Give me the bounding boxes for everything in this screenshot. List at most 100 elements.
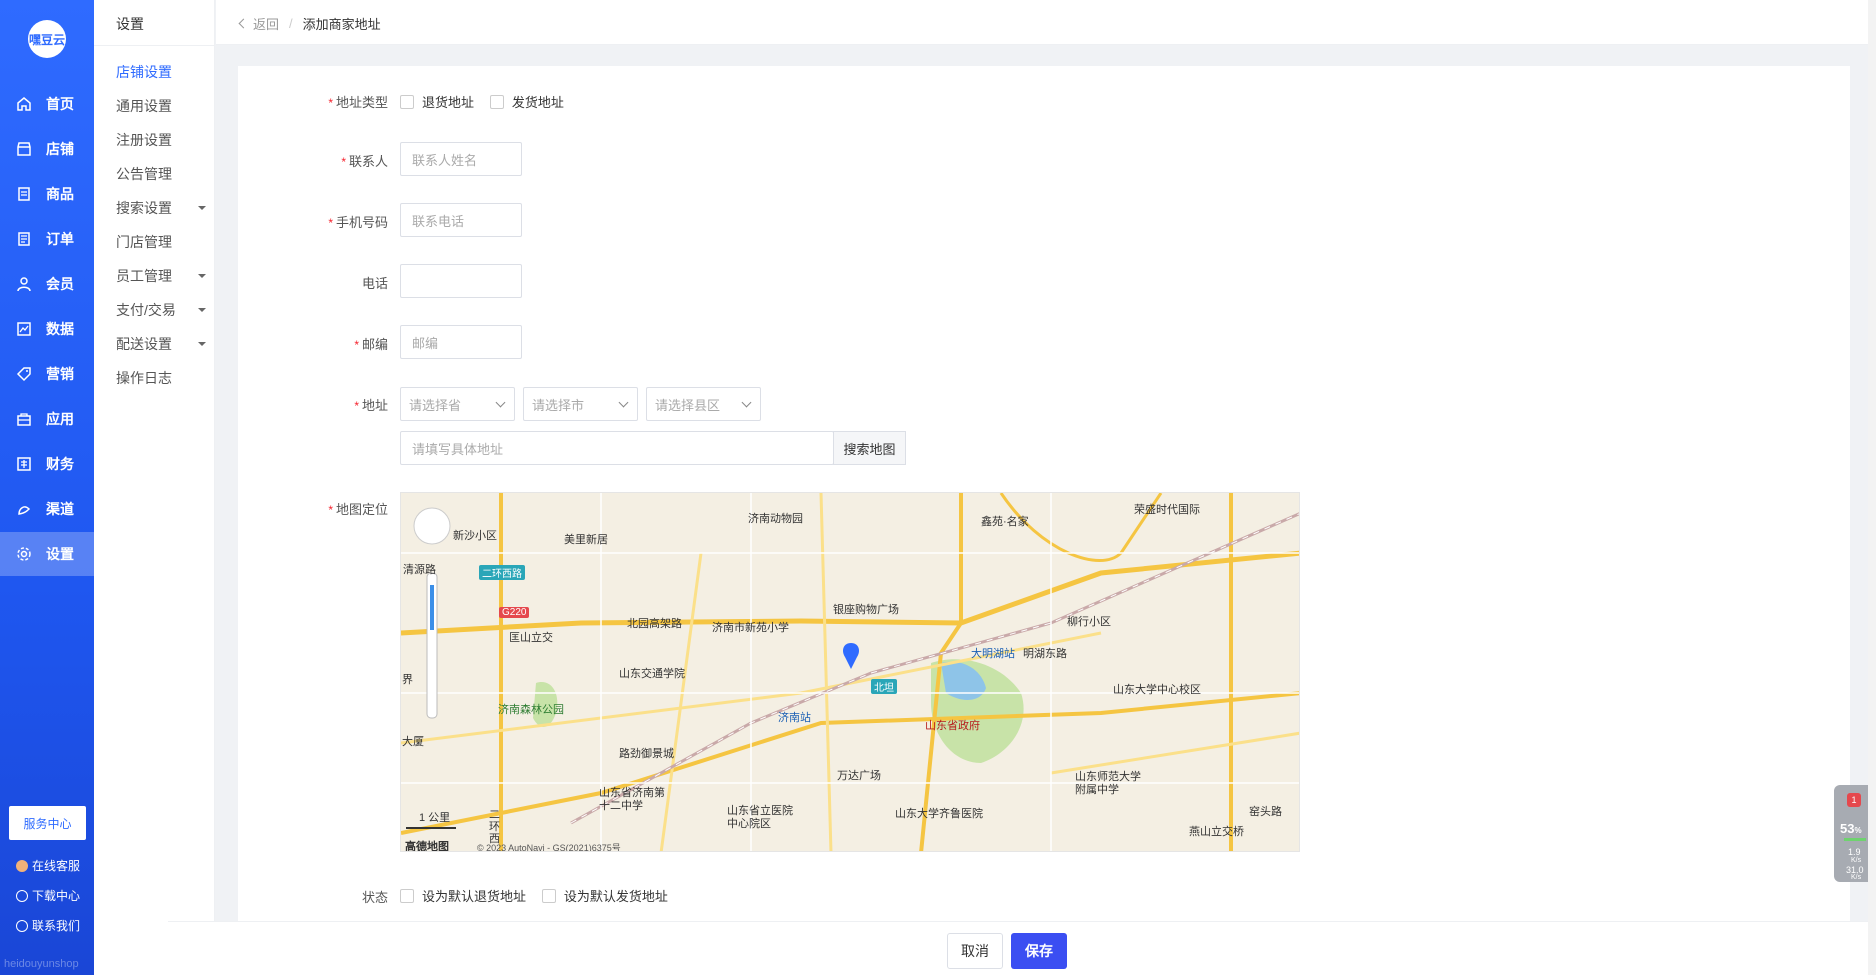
nav-item-home[interactable]: 首页 [0, 82, 94, 126]
subnav-item-general[interactable]: 通用设置 [116, 96, 206, 116]
home-icon [17, 97, 31, 111]
nav-item-goods[interactable]: 商品 [0, 172, 94, 216]
support-avatar-icon [16, 859, 28, 872]
address-type-label: * 地址类型 [238, 92, 388, 111]
subnav-item-oplog[interactable]: 操作日志 [116, 368, 206, 388]
online-support-link[interactable]: 在线客服 [16, 857, 80, 874]
bag-icon [17, 413, 31, 426]
channel-icon [18, 506, 31, 515]
breadcrumb-current: 添加商家地址 [302, 17, 381, 32]
district-placeholder: 请选择县区 [655, 397, 721, 413]
settings-subnav: 设置 店铺设置 通用设置 注册设置 公告管理 搜索设置 门店管理 员工管理 支付… [94, 0, 215, 975]
map-provider-logo: 高德地图 [405, 841, 449, 852]
mobile-text: 手机号码 [335, 215, 388, 230]
phone-input[interactable] [400, 264, 522, 298]
nav-item-label: 设置 [46, 546, 74, 562]
main-nav: 嘿豆云 首页 店铺 商品 订单 会员 数据 营销 应用 财务 渠道 设置 服务中… [0, 0, 94, 975]
watermark: heidouyunshop [4, 958, 79, 970]
goods-icon [18, 187, 30, 201]
nav-item-store[interactable]: 店铺 [0, 127, 94, 171]
poi-label: 山东大学中心校区 [1113, 684, 1201, 696]
gear-icon [17, 547, 31, 561]
search-map-button[interactable]: 搜索地图 [833, 431, 906, 465]
back-link[interactable]: 返回 [238, 14, 279, 33]
return-address-checkbox[interactable] [400, 94, 414, 109]
map-view[interactable]: 济南动物园 新沙小区 美里新居 鑫苑·名家 荣盛时代国际 二环西路 银座购物广场… [400, 492, 1300, 852]
poi-label: 山东省政府 [925, 720, 980, 732]
mobile-label: * 手机号码 [238, 212, 388, 231]
online-support-label: 在线客服 [32, 859, 81, 873]
subnav-item-payment[interactable]: 支付/交易 [116, 300, 206, 320]
detail-address-placeholder: 请填写具体地址 [412, 441, 504, 457]
subnav-item-label: 搜索设置 [116, 200, 172, 216]
subnav-item-stores[interactable]: 门店管理 [116, 232, 206, 252]
district-select[interactable]: 请选择县区 [646, 387, 761, 421]
default-ship-label: 设为默认发货地址 [563, 889, 668, 904]
top-bar: 返回 / 添加商家地址 [216, 0, 1876, 45]
subnav-item-label: 员工管理 [116, 268, 172, 284]
province-placeholder: 请选择省 [409, 397, 462, 413]
brand-logo[interactable]: 嘿豆云 [28, 20, 66, 58]
nav-item-data[interactable]: 数据 [0, 307, 94, 351]
contact-placeholder: 联系人姓名 [412, 152, 478, 168]
contact-text: 联系人 [348, 154, 388, 169]
service-center-button[interactable]: 服务中心 [9, 806, 86, 840]
download-center-link[interactable]: 下载中心 [16, 887, 80, 904]
city-placeholder: 请选择市 [532, 397, 585, 413]
mobile-placeholder: 联系电话 [412, 213, 465, 229]
zip-input[interactable]: 邮编 [400, 325, 522, 359]
save-button[interactable]: 保存 [1011, 933, 1067, 969]
province-select[interactable]: 请选择省 [400, 387, 515, 421]
subnav-item-register[interactable]: 注册设置 [116, 130, 206, 150]
required-mark: * [354, 338, 359, 352]
subnav-item-notice[interactable]: 公告管理 [116, 164, 206, 184]
mobile-input[interactable]: 联系电话 [400, 203, 522, 237]
cancel-button[interactable]: 取消 [947, 933, 1003, 969]
user-icon [17, 277, 31, 292]
chevron-down-icon [495, 397, 506, 407]
map-scale-label: 1 公里 [419, 812, 451, 824]
detail-address-input[interactable]: 请填写具体地址 [400, 431, 834, 465]
nav-item-apps[interactable]: 应用 [0, 397, 94, 441]
return-address-label: 退货地址 [422, 95, 475, 110]
map-location-label: * 地图定位 [238, 499, 388, 518]
cpu-value: 53 [1840, 821, 1855, 836]
download-center-label: 下载中心 [32, 889, 81, 903]
store-icon [17, 142, 31, 156]
subnav-item-search[interactable]: 搜索设置 [116, 198, 206, 218]
nav-item-channel[interactable]: 渠道 [0, 487, 94, 531]
status-text: 状态 [361, 890, 388, 905]
nav-item-order[interactable]: 订单 [0, 217, 94, 261]
road [819, 493, 833, 851]
chevron-down-icon [618, 397, 629, 407]
poi-label: 山东省立医院中心院区 [727, 805, 793, 830]
breadcrumb: 返回 / 添加商家地址 [238, 14, 381, 33]
poi-label: 燕山立交桥 [1189, 826, 1244, 838]
poi-label: 新沙小区 [453, 530, 497, 542]
nav-item-finance[interactable]: 财务 [0, 442, 94, 486]
poi-label: 济南站 [778, 712, 811, 724]
subnav-item-label: 门店管理 [116, 234, 172, 250]
subnav-item-staff[interactable]: 员工管理 [116, 266, 206, 286]
subnav-item-delivery[interactable]: 配送设置 [116, 334, 206, 354]
zoom-level-fill [430, 585, 434, 630]
contact-input[interactable]: 联系人姓名 [400, 142, 522, 176]
nav-item-settings[interactable]: 设置 [0, 532, 94, 576]
required-mark: * [328, 503, 333, 517]
city-select[interactable]: 请选择市 [523, 387, 638, 421]
nav-item-marketing[interactable]: 营销 [0, 352, 94, 396]
road-sign: 二环西路 [479, 565, 525, 580]
page-scrollbar[interactable] [1868, 0, 1876, 975]
poi-label: 山东省济南第十二中学 [599, 787, 665, 812]
nav-item-label: 商品 [46, 186, 74, 202]
nav-item-label: 渠道 [46, 501, 74, 517]
ship-address-checkbox[interactable] [489, 94, 504, 109]
nav-item-member[interactable]: 会员 [0, 262, 94, 306]
contact-us-link[interactable]: 联系我们 [16, 917, 80, 934]
default-return-checkbox[interactable] [400, 888, 414, 903]
poi-label: 大厦 [402, 736, 424, 748]
cpu-bar [1844, 838, 1866, 841]
map-pan-control[interactable] [413, 507, 451, 545]
default-ship-checkbox[interactable] [541, 888, 556, 903]
subnav-item-store-settings[interactable]: 店铺设置 [116, 62, 206, 82]
